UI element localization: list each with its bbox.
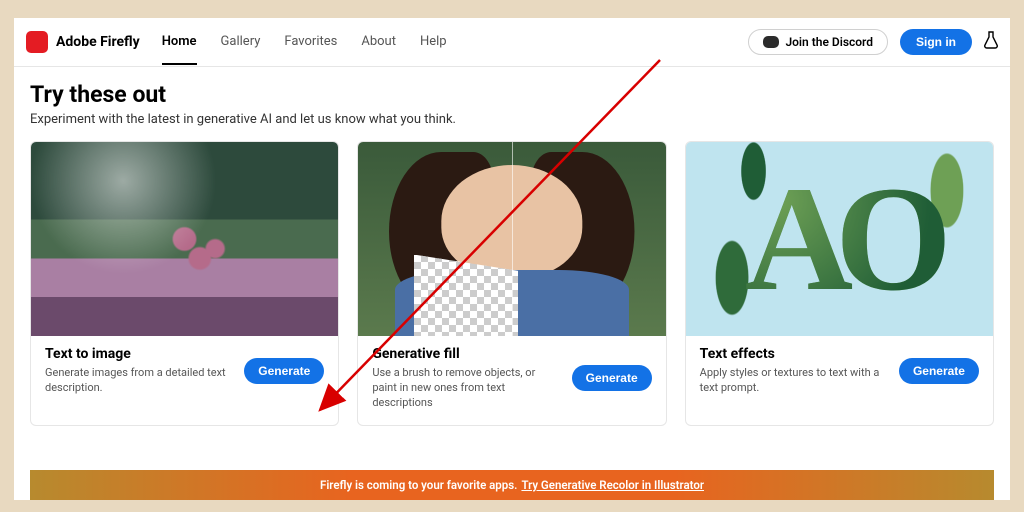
banner-link[interactable]: Try Generative Recolor in Illustrator (521, 478, 704, 492)
card-meta: Text effects Apply styles or textures to… (686, 336, 993, 410)
card-text-effects: AO Text effects Apply styles or textures… (685, 141, 994, 426)
page-title: Try these out (30, 81, 994, 108)
discord-icon (763, 36, 779, 48)
labs-icon[interactable] (984, 31, 998, 53)
card-text: Generative fill Use a brush to remove ob… (372, 346, 561, 411)
decorative-letters: AO (686, 142, 993, 336)
card-row: Text to image Generate images from a det… (30, 141, 994, 426)
nav-about[interactable]: About (361, 20, 396, 65)
nav-gallery[interactable]: Gallery (221, 20, 261, 65)
card-meta: Text to image Generate images from a det… (31, 336, 338, 410)
card-desc: Generate images from a detailed text des… (45, 366, 234, 396)
card-desc: Apply styles or textures to text with a … (700, 366, 889, 396)
adobe-logo-icon (26, 31, 48, 53)
nav-help[interactable]: Help (420, 20, 447, 65)
card-text: Text effects Apply styles or textures to… (700, 346, 889, 396)
nav-favorites[interactable]: Favorites (284, 20, 337, 65)
discord-button[interactable]: Join the Discord (748, 29, 888, 55)
nav-home[interactable]: Home (162, 20, 197, 65)
card-thumbnail: AO (686, 142, 993, 336)
generate-button[interactable]: Generate (572, 365, 652, 391)
card-generative-fill: Generative fill Use a brush to remove ob… (357, 141, 666, 426)
app-frame: Adobe Firefly Home Gallery Favorites Abo… (14, 18, 1010, 500)
header-right: Join the Discord Sign in (748, 29, 998, 55)
brand-title: Adobe Firefly (56, 34, 140, 50)
generate-button[interactable]: Generate (899, 358, 979, 384)
discord-label: Join the Discord (785, 35, 873, 49)
header: Adobe Firefly Home Gallery Favorites Abo… (14, 18, 1010, 67)
card-title: Text to image (45, 346, 234, 362)
nav: Home Gallery Favorites About Help (162, 20, 447, 65)
card-text: Text to image Generate images from a det… (45, 346, 234, 396)
banner-text: Firefly is coming to your favorite apps. (320, 478, 517, 492)
card-title: Generative fill (372, 346, 561, 362)
main-body: Try these out Experiment with the latest… (14, 67, 1010, 500)
split-divider (512, 142, 513, 336)
page-subtitle: Experiment with the latest in generative… (30, 112, 994, 127)
card-title: Text effects (700, 346, 889, 362)
card-text-to-image: Text to image Generate images from a det… (30, 141, 339, 426)
generate-button[interactable]: Generate (244, 358, 324, 384)
card-meta: Generative fill Use a brush to remove ob… (358, 336, 665, 425)
card-thumbnail (31, 142, 338, 336)
signin-button[interactable]: Sign in (900, 29, 972, 55)
promo-banner: Firefly is coming to your favorite apps.… (30, 470, 994, 500)
card-thumbnail (358, 142, 665, 336)
card-desc: Use a brush to remove objects, or paint … (372, 366, 561, 411)
